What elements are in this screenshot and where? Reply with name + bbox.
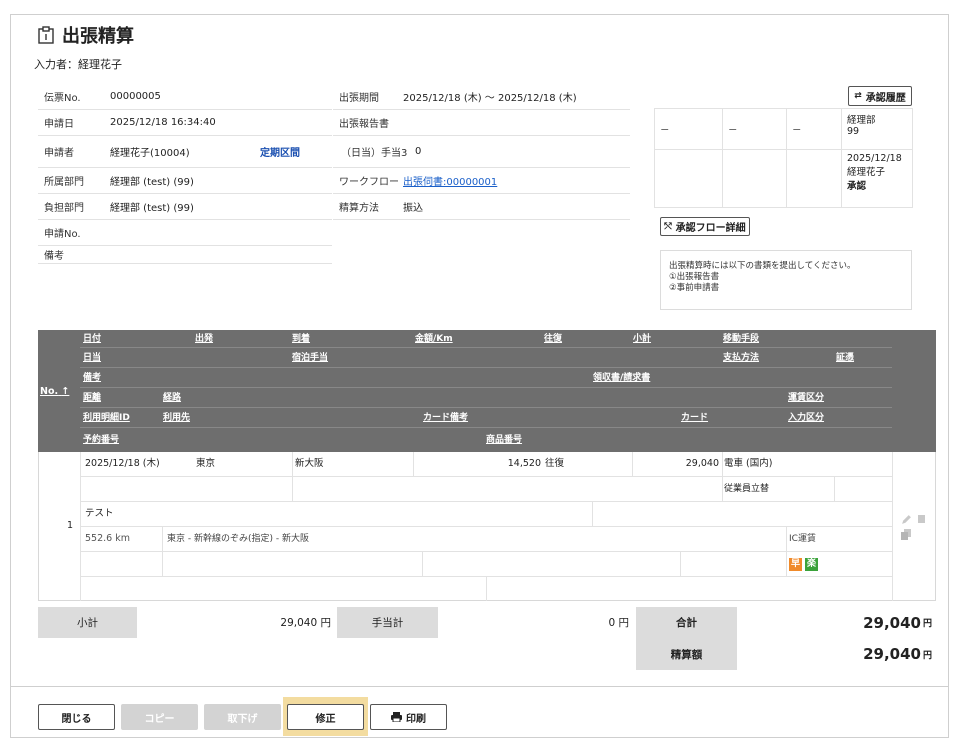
info-row: 負担部門 経理部 (test) (99) <box>38 194 332 220</box>
allowance-value: 0 円 <box>608 617 629 629</box>
cell-badges: 早 楽 <box>789 552 818 576</box>
cell-payment: 従業員立替 <box>724 484 770 494</box>
col-receipt[interactable]: 領収書/請求書 <box>593 371 650 386</box>
grid-header: No. ↑ 日付 出発 到着 金額/Km 往復 小計 移動手段 日当 宿泊手当 … <box>38 330 936 452</box>
copy-button[interactable]: コピー <box>121 704 198 730</box>
clipboard-icon <box>38 26 54 44</box>
col-arrive[interactable]: 到着 <box>292 332 310 347</box>
cell-subtotal: 29,040 <box>685 458 719 469</box>
settle-value: 29,040 <box>863 645 921 663</box>
print-button[interactable]: 印刷 <box>370 704 447 730</box>
total-amount: 29,040 円 <box>863 613 932 632</box>
row-number: 1 <box>67 520 74 531</box>
approval-table: － － － 経理部 99 2025/12/18 経理花子 承認 <box>654 108 913 208</box>
col-distance[interactable]: 距離 <box>83 391 101 406</box>
cell-amount: 14,520 <box>507 458 541 469</box>
cell-fare-type: IC運賃 <box>789 534 816 544</box>
col-card[interactable]: カード <box>681 411 708 426</box>
col-date[interactable]: 日付 <box>83 332 101 347</box>
info-row: 精算方法 振込 <box>333 194 630 220</box>
sort-up-icon: ↑ <box>61 386 70 397</box>
approval-flow-button[interactable]: ⤲ 承認フロー詳細 <box>660 217 750 236</box>
subtotal-label: 小計 <box>38 607 137 638</box>
workflow-link[interactable]: 出張伺書:00000001 <box>403 173 497 188</box>
col-usage-id[interactable]: 利用明細ID <box>83 411 130 426</box>
info-row: （日当）手当3 0 <box>333 136 630 168</box>
cell-remarks: テスト <box>85 508 114 519</box>
col-card-remarks[interactable]: カード備考 <box>423 411 468 426</box>
commuter-section-label[interactable]: 定期区間 <box>260 144 300 159</box>
total-label: 合計 <box>636 607 737 638</box>
settle-label: 精算額 <box>636 638 737 670</box>
col-fare-type[interactable]: 運賃区分 <box>788 391 824 406</box>
easy-badge: 楽 <box>805 557 818 571</box>
page-title-text: 出張精算 <box>62 26 134 47</box>
inputter-label: 入力者：経理花子 <box>34 58 122 71</box>
approval-status: 承認 <box>847 181 867 192</box>
withdraw-button[interactable]: 取下げ <box>204 704 281 730</box>
col-lodging[interactable]: 宿泊手当 <box>292 351 328 366</box>
table-row[interactable]: 1 2025/12/18 (木) 東京 新大阪 14,520 往復 29,040… <box>38 452 936 601</box>
info-row: 申請者 経理花子(10004) 定期区間 <box>38 136 332 168</box>
close-button[interactable]: 閉じる <box>38 704 115 730</box>
approver-status-cell: 2025/12/18 経理花子 承認 <box>841 149 913 208</box>
edit-button[interactable]: 修正 <box>287 704 364 730</box>
col-daily[interactable]: 日当 <box>83 351 101 366</box>
info-row: 出張期間 2025/12/18 (木) ～ 2025/12/18 (木) <box>333 84 630 110</box>
allowance-label: 手当計 <box>337 607 438 638</box>
subtotal-value: 29,040 円 <box>280 617 331 629</box>
cell-transport: 電車 (国内) <box>724 458 773 469</box>
cell-date: 2025/12/18 (木) <box>85 458 160 469</box>
col-vendor[interactable]: 利用先 <box>163 411 190 426</box>
col-route[interactable]: 経路 <box>163 391 181 406</box>
notice-box: 出張精算時には以下の書類を提出してください。 ①出張報告書 ②事前申請書 <box>660 250 912 310</box>
col-remarks[interactable]: 備考 <box>83 371 101 386</box>
col-transport[interactable]: 移動手段 <box>723 332 759 347</box>
col-amount[interactable]: 金額/Km <box>415 332 453 347</box>
col-evidence[interactable]: 証憑 <box>836 351 854 366</box>
left-info-panel: 伝票No. 00000005 申請日 2025/12/18 16:34:40 申請者… <box>38 84 332 264</box>
cell-from: 東京 <box>196 458 216 469</box>
info-row: 申請日 2025/12/18 16:34:40 <box>38 110 332 136</box>
approval-history-icon: ⇄ <box>854 91 862 101</box>
mid-info-panel: 出張期間 2025/12/18 (木) ～ 2025/12/18 (木) 出張報告… <box>333 84 630 220</box>
col-payment[interactable]: 支払方法 <box>723 351 759 366</box>
cell-to: 新大阪 <box>295 458 324 469</box>
info-row: 所属部門 経理部 (test) (99) <box>38 168 332 194</box>
approver-dept-cell: 経理部 99 <box>841 108 913 150</box>
edit-pencil-icon[interactable] <box>901 514 912 525</box>
expense-grid: No. ↑ 日付 出発 到着 金額/Km 往復 小計 移動手段 日当 宿泊手当 … <box>38 330 936 601</box>
col-roundtrip[interactable]: 往復 <box>544 332 562 347</box>
col-input-type[interactable]: 入力区分 <box>788 411 824 426</box>
col-product[interactable]: 商品番号 <box>486 433 522 448</box>
info-row: 出張報告書 <box>333 110 630 136</box>
delete-icon[interactable] <box>917 514 926 524</box>
approval-history-button[interactable]: ⇄ 承認履歴 <box>848 86 912 106</box>
info-row: 伝票No. 00000005 <box>38 84 332 110</box>
page-title: 出張精算 <box>36 22 134 48</box>
col-depart[interactable]: 出発 <box>195 332 213 347</box>
total-value: 29,040 <box>863 613 921 632</box>
cell-route: 東京 - 新幹線のぞみ(指定) - 新大阪 <box>167 534 309 544</box>
info-row: 申請No. <box>38 220 332 246</box>
cell-distance: 552.6 km <box>85 533 130 544</box>
col-no[interactable]: No. ↑ <box>40 384 69 399</box>
settle-amount: 29,040 円 <box>863 645 932 663</box>
copy-icon[interactable] <box>901 529 911 540</box>
col-subtotal[interactable]: 小計 <box>633 332 651 347</box>
info-row: 備考 <box>38 246 332 264</box>
flow-icon: ⤲ <box>664 221 672 232</box>
info-row: ワークフロー 出張伺書:00000001 <box>333 168 630 194</box>
col-booking[interactable]: 予約番号 <box>83 433 119 448</box>
printer-icon <box>391 712 402 722</box>
early-badge: 早 <box>789 557 802 571</box>
cell-roundtrip: 往復 <box>545 458 565 469</box>
